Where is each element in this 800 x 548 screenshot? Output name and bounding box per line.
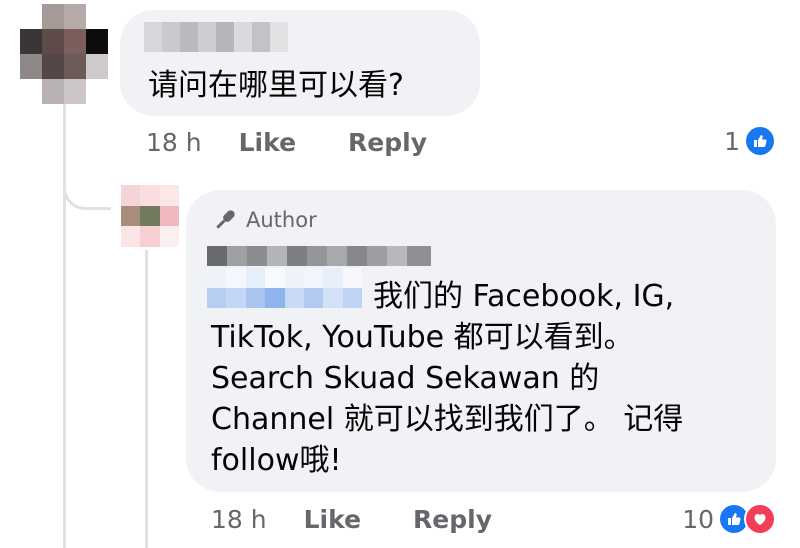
author-name[interactable] [144, 22, 288, 52]
reaction-count: 1 [724, 126, 740, 156]
timestamp[interactable]: 18 h [146, 128, 202, 157]
reaction-summary[interactable]: 10 [682, 503, 776, 535]
thread-connector [63, 160, 111, 210]
comment-actions: 18 h Like Reply [211, 505, 492, 534]
like-icon [744, 125, 776, 157]
author-badge: Author [212, 205, 317, 235]
love-icon [744, 503, 776, 535]
like-button[interactable]: Like [239, 128, 296, 157]
reaction-summary[interactable]: 1 [724, 125, 776, 157]
comment-line: Channel 就可以找到我们了。 记得 [211, 402, 684, 437]
comment-text: 我们的 Facebook, IG, TikTok, YouTube 都可以看到。… [211, 276, 771, 481]
comment-line: 我们的 Facebook, IG, [373, 279, 675, 314]
reaction-count: 10 [682, 504, 714, 534]
comment-line: Search Skuad Sekawan 的 [211, 361, 600, 396]
reply-button[interactable]: Reply [348, 128, 427, 157]
comment-line: follow哦! [211, 443, 342, 478]
like-button[interactable]: Like [304, 505, 361, 534]
avatar[interactable] [121, 185, 179, 247]
comment-line: TikTok, YouTube 都可以看到。 [211, 320, 634, 355]
avatar[interactable] [20, 4, 108, 104]
comment-actions: 18 h Like Reply [146, 128, 427, 157]
comment-text: 请问在哪里可以看? [148, 68, 404, 103]
timestamp[interactable]: 18 h [211, 505, 267, 534]
reply-button[interactable]: Reply [413, 505, 492, 534]
microphone-icon [212, 207, 238, 233]
author-name[interactable] [207, 246, 431, 266]
comment-thread: 请问在哪里可以看? 18 h Like Reply 1 Author 我们的 F… [0, 0, 800, 548]
thread-line-reply [145, 250, 148, 548]
author-badge-label: Author [246, 208, 317, 232]
